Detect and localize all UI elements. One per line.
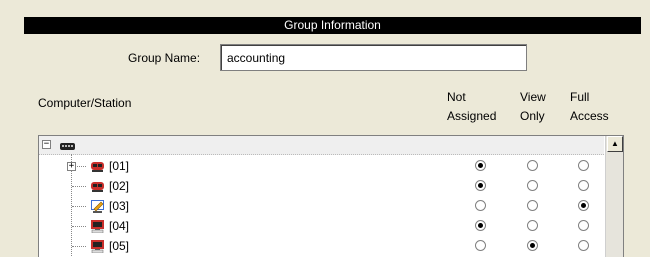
view-only-radio[interactable] [527, 240, 538, 251]
scroll-up-button[interactable]: ▲ [607, 136, 623, 152]
not-assigned-radio[interactable] [475, 240, 486, 251]
tree-connector-line [72, 226, 86, 227]
station-label: [02] [109, 179, 130, 193]
not-assigned-radio[interactable] [475, 220, 486, 231]
tree-connector-line [72, 186, 86, 187]
computer-station-header: Computer/Station [38, 96, 132, 110]
station-label: [04] [109, 219, 130, 233]
view-only-radio[interactable] [527, 180, 538, 191]
full-access-radio[interactable] [578, 180, 589, 191]
tree-row[interactable]: [04] [39, 216, 604, 236]
full-access-radio[interactable] [578, 200, 589, 211]
group-name-label: Group Name: [128, 51, 201, 65]
group-name-input[interactable] [220, 44, 527, 71]
not-assigned-header-line1: Not [447, 90, 466, 104]
monitor-station-icon [91, 240, 104, 253]
full-access-header: Full Access [570, 88, 609, 126]
station-label: [03] [109, 199, 130, 213]
not-assigned-radio[interactable] [475, 180, 486, 191]
view-only-header-line1: View [520, 90, 546, 104]
full-access-header-line1: Full [570, 90, 590, 104]
not-assigned-radio[interactable] [475, 200, 486, 211]
not-assigned-radio[interactable] [475, 160, 486, 171]
tree-scrollbar[interactable]: ▲ [605, 136, 623, 257]
view-only-header-line2: Only [520, 109, 545, 123]
panel-title: Group Information [24, 17, 641, 34]
tree-connector-line [72, 206, 86, 207]
tree-root-row[interactable] [39, 136, 604, 155]
red-computer-icon [91, 182, 104, 192]
full-access-radio[interactable] [578, 240, 589, 251]
expand-node-icon[interactable]: + [67, 162, 76, 171]
station-label: [05] [109, 239, 130, 253]
tree-row[interactable]: [05] [39, 236, 604, 256]
edit-station-icon [91, 200, 104, 213]
view-only-radio[interactable] [527, 220, 538, 231]
view-only-header: View Only [520, 88, 546, 126]
tree-row[interactable]: [03] [39, 196, 604, 216]
tree-row[interactable]: + [01] [39, 156, 604, 176]
not-assigned-header-line2: Assigned [447, 109, 497, 123]
tree-row[interactable]: [02] [39, 176, 604, 196]
red-computer-icon [91, 162, 104, 172]
view-only-radio[interactable] [527, 160, 538, 171]
tree-connector-line [72, 246, 86, 247]
full-access-header-line2: Access [570, 109, 609, 123]
network-switch-icon [60, 143, 75, 150]
monitor-station-icon [91, 220, 104, 233]
not-assigned-header: Not Assigned [447, 88, 496, 126]
station-tree[interactable]: − + [01] [02] [03] [04] [05] ▲ [38, 135, 624, 257]
full-access-radio[interactable] [578, 160, 589, 171]
collapse-root-icon[interactable]: − [42, 140, 51, 149]
view-only-radio[interactable] [527, 200, 538, 211]
station-label: [01] [109, 159, 130, 173]
full-access-radio[interactable] [578, 220, 589, 231]
